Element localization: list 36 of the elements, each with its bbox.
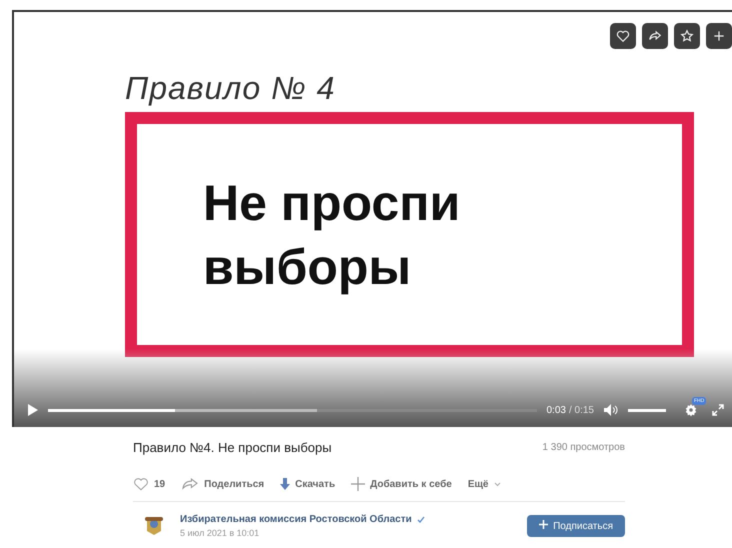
current-time: 0:03 [546,405,566,416]
plus-icon [712,29,726,43]
download-action[interactable]: Скачать [280,477,336,491]
slide-message: Не проспи [203,174,462,232]
fullscreen-icon[interactable] [712,404,724,416]
channel-name[interactable]: Избирательная комиссия Ростовской Области [180,514,412,525]
heart-button[interactable] [610,23,636,49]
star-button[interactable] [674,23,700,49]
emblem-icon [143,515,165,537]
share-button[interactable] [642,23,668,49]
star-icon [680,29,694,43]
share-arrow-icon [648,29,662,43]
share-arrow-icon [181,477,200,491]
play-icon[interactable] [28,404,38,416]
add-action[interactable]: Добавить к себе [351,477,452,491]
total-time: / 0:15 [568,405,594,416]
like-action[interactable]: 19 [133,477,166,491]
settings-icon[interactable] [684,403,698,417]
view-count: 1 390 просмотров [542,442,625,453]
slide-heading: Правило № 4 [125,70,336,108]
plus-icon [539,520,548,529]
subscribe-button[interactable]: Подписаться [527,515,625,537]
plus-icon [351,477,366,491]
more-action[interactable]: Ещё [468,477,500,491]
download-icon [280,478,290,490]
share-action[interactable]: Поделиться [181,477,264,491]
video-title: Правило №4. Не проспи выборы [133,440,332,455]
volume-icon[interactable] [604,404,618,416]
progress-track[interactable] [48,409,536,412]
slide-message: выборы [203,238,412,296]
plus-button[interactable] [706,23,732,49]
heart-icon [133,477,149,491]
volume-slider[interactable] [628,409,666,412]
publish-date: 5 июл 2021 в 10:01 [180,528,260,538]
chevron-icon [494,482,500,486]
heart-icon [616,29,630,43]
